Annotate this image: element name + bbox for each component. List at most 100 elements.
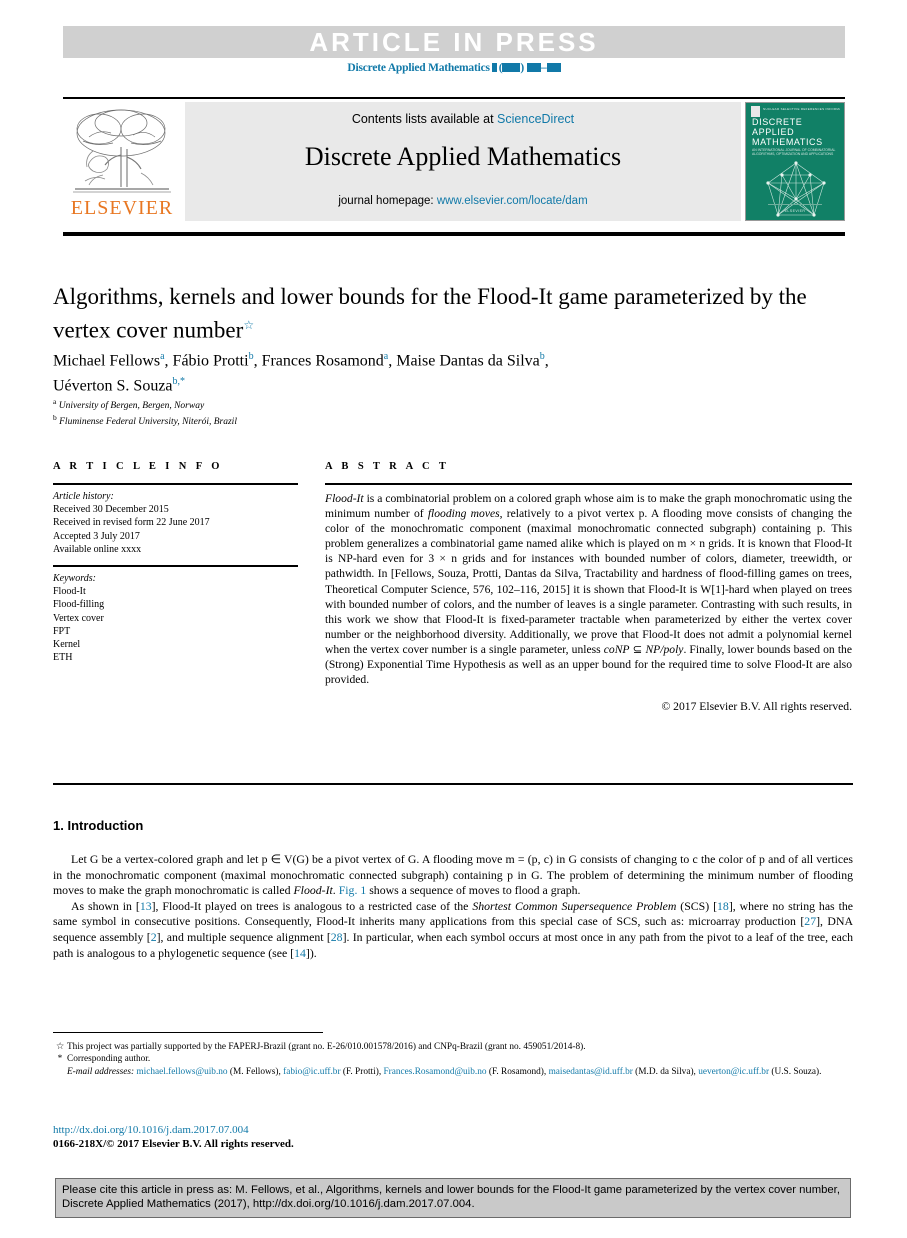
cover-footer-rule — [768, 204, 822, 205]
email-owner: (M.D. da Silva), — [632, 1066, 699, 1077]
article-info-rule — [53, 483, 298, 485]
citation-link[interactable]: Fig. 1 — [339, 883, 367, 897]
body-run: shows a sequence of moves to flood a gra… — [366, 883, 581, 898]
page-title: Algorithms, kernels and lower bounds for… — [53, 283, 853, 345]
citation-notice-box: Please cite this article in press as: M.… — [55, 1178, 851, 1218]
affiliation-item: a University of Bergen, Bergen, Norway — [53, 396, 653, 412]
affiliation-text: University of Bergen, Bergen, Norway — [58, 401, 205, 412]
author-affiliation-marker[interactable]: b — [540, 351, 545, 362]
affiliation-marker: b — [53, 413, 57, 423]
issn-copyright-line: 0166-218X/© 2017 Elsevier B.V. All right… — [53, 1138, 294, 1150]
funding-footnote-marker: ☆ — [55, 1042, 65, 1052]
email-owner: (F. Protti), — [340, 1066, 384, 1077]
journal-cover-thumbnail: NUCLEAR SELECTIVE REFERENCES INFORMATION… — [745, 102, 845, 221]
citation-notice-text: Please cite this article in press as: M.… — [62, 1184, 840, 1210]
section-number: 1. — [53, 818, 64, 833]
abstract-column: A B S T R A C T Flood-It is a combinator… — [325, 461, 852, 713]
masthead-bottom-rule — [63, 232, 845, 236]
doi-link[interactable]: http://dx.doi.org/10.1016/j.dam.2017.07.… — [53, 1124, 249, 1136]
keyword-item: ETH — [53, 652, 73, 664]
history-item: Received 30 December 2015 — [53, 504, 169, 516]
elsevier-logo: ELSEVIER — [63, 101, 181, 223]
author-name: Maise Dantas da Silva — [396, 352, 540, 370]
abstract-emphasis: coNP — [603, 642, 630, 656]
author-name: Uéverton S. Souza — [53, 377, 173, 395]
author-affiliation-marker[interactable]: b — [249, 351, 254, 362]
journal-homepage-line: journal homepage: www.elsevier.com/locat… — [185, 195, 741, 207]
article-info-column: A R T I C L E I N F O Article history: R… — [53, 461, 298, 664]
body-run: ]). — [305, 945, 317, 960]
email-link[interactable]: michael.fellows@uib.no — [136, 1067, 227, 1077]
corresponding-footnote-marker: * — [57, 1054, 63, 1065]
author-list: Michael Fellowsa, Fábio Prottib, Frances… — [53, 351, 549, 395]
email-link[interactable]: maisedantas@id.uff.br — [549, 1067, 633, 1077]
journal-contents-box: Contents lists available at ScienceDirec… — [185, 102, 741, 221]
article-in-press-label: ARTICLE IN PRESS — [309, 27, 599, 57]
footnote-email-addresses: E-mail addresses: michael.fellows@uib.no… — [53, 1066, 853, 1078]
citation-link[interactable]: 28 — [331, 930, 343, 944]
body-run: ], and multiple sequence alignment [ — [156, 929, 331, 944]
article-history-label: Article history: — [53, 491, 114, 502]
cover-title: DISCRETE APPLIED MATHEMATICS — [752, 117, 840, 147]
email-footnote-indent — [53, 1066, 67, 1078]
abstract-emphasis: flooding moves — [427, 507, 500, 521]
citation-link[interactable]: 14 — [294, 946, 306, 960]
email-owner: (M. Fellows), — [227, 1066, 284, 1077]
journal-title: Discrete Applied Mathematics — [304, 142, 622, 171]
cover-title-line-3: MATHEMATICS — [752, 137, 823, 147]
body-paragraph: Let G be a vertex-colored graph and let … — [53, 852, 853, 899]
email-owner: (U.S. Souza). — [769, 1066, 822, 1077]
abstract-emphasis: NP/poly — [645, 642, 684, 656]
keywords-label: Keywords: — [53, 573, 96, 585]
body-run: ], Flood-It played on trees is analogous… — [151, 898, 473, 913]
email-link[interactable]: fabio@ic.uff.br — [283, 1067, 340, 1077]
elsevier-tree-icon — [73, 109, 171, 193]
author-affiliation-marker[interactable]: b,* — [173, 376, 186, 387]
keyword-item: Kernel — [53, 639, 81, 651]
cover-subtitle: AN INTERNATIONAL JOURNAL OF COMBINATORIA… — [752, 148, 836, 157]
email-addresses-label: E-mail addresses: — [67, 1066, 135, 1077]
author-affiliation-marker[interactable]: a — [160, 351, 164, 362]
body-emphasis: Flood-It — [293, 883, 333, 898]
redacted-pagestart-block — [527, 63, 542, 72]
history-item: Accepted 3 July 2017 — [53, 530, 140, 542]
article-in-press-banner: ARTICLE IN PRESS — [63, 26, 845, 58]
email-owner: (F. Rosamond), — [486, 1066, 549, 1077]
contents-prefix: Contents lists available at — [351, 112, 498, 126]
affiliation-list: a University of Bergen, Bergen, Norway b… — [53, 396, 653, 428]
homepage-prefix: journal homepage: — [338, 195, 437, 207]
abstract-rule — [325, 483, 852, 485]
keyword-item: Flood-filling — [53, 599, 105, 611]
abstract-run: ⊆ — [629, 642, 646, 656]
section-heading-introduction: 1. Introduction — [53, 818, 143, 833]
body-run: (SCS) [ — [676, 898, 718, 913]
corresponding-footnote-text: Corresponding author. — [67, 1054, 151, 1065]
body-text: Let G be a vertex-colored graph and let … — [53, 852, 853, 961]
citation-link[interactable]: 13 — [140, 899, 152, 913]
affiliation-text: Fluminense Federal University, Niterói, … — [59, 417, 237, 428]
redacted-pageend-block — [546, 63, 561, 72]
footnote-block: ☆ This project was partially supported by… — [53, 1041, 853, 1078]
abstract-emphasis: Flood-It — [325, 492, 364, 505]
title-footnote-marker[interactable]: ☆ — [243, 318, 254, 332]
affiliation-marker: a — [53, 397, 57, 406]
email-link[interactable]: Frances.Rosamond@uib.no — [383, 1067, 486, 1077]
cover-title-line-1: DISCRETE — [752, 117, 803, 127]
author-affiliation-marker[interactable]: a — [384, 351, 388, 362]
email-link[interactable]: ueverton@ic.uff.br — [698, 1067, 769, 1077]
citation-link[interactable]: 18 — [717, 899, 729, 913]
keywords-rule — [53, 565, 298, 568]
sciencedirect-link[interactable]: ScienceDirect — [497, 112, 574, 126]
journal-reference-name: Discrete Applied Mathematics — [347, 62, 490, 74]
body-run: As shown in [ — [71, 898, 140, 913]
author-name: Fábio Protti — [172, 352, 249, 370]
redacted-volume-block — [491, 63, 497, 72]
masthead: ELSEVIER Contents lists available at Sci… — [63, 101, 845, 223]
journal-homepage-link[interactable]: www.elsevier.com/locate/dam — [437, 195, 588, 207]
paper-page: ARTICLE IN PRESS Discrete Applied Mathem… — [0, 0, 907, 1238]
keywords-block: Keywords: Flood-It Flood-filling Vertex … — [53, 572, 298, 664]
body-emphasis: Shortest Common Supersequence Problem — [472, 898, 677, 913]
citation-link[interactable]: 27 — [804, 914, 816, 928]
redacted-issue-block — [502, 63, 521, 72]
affiliation-item: b Fluminense Federal University, Niterói… — [53, 412, 653, 428]
